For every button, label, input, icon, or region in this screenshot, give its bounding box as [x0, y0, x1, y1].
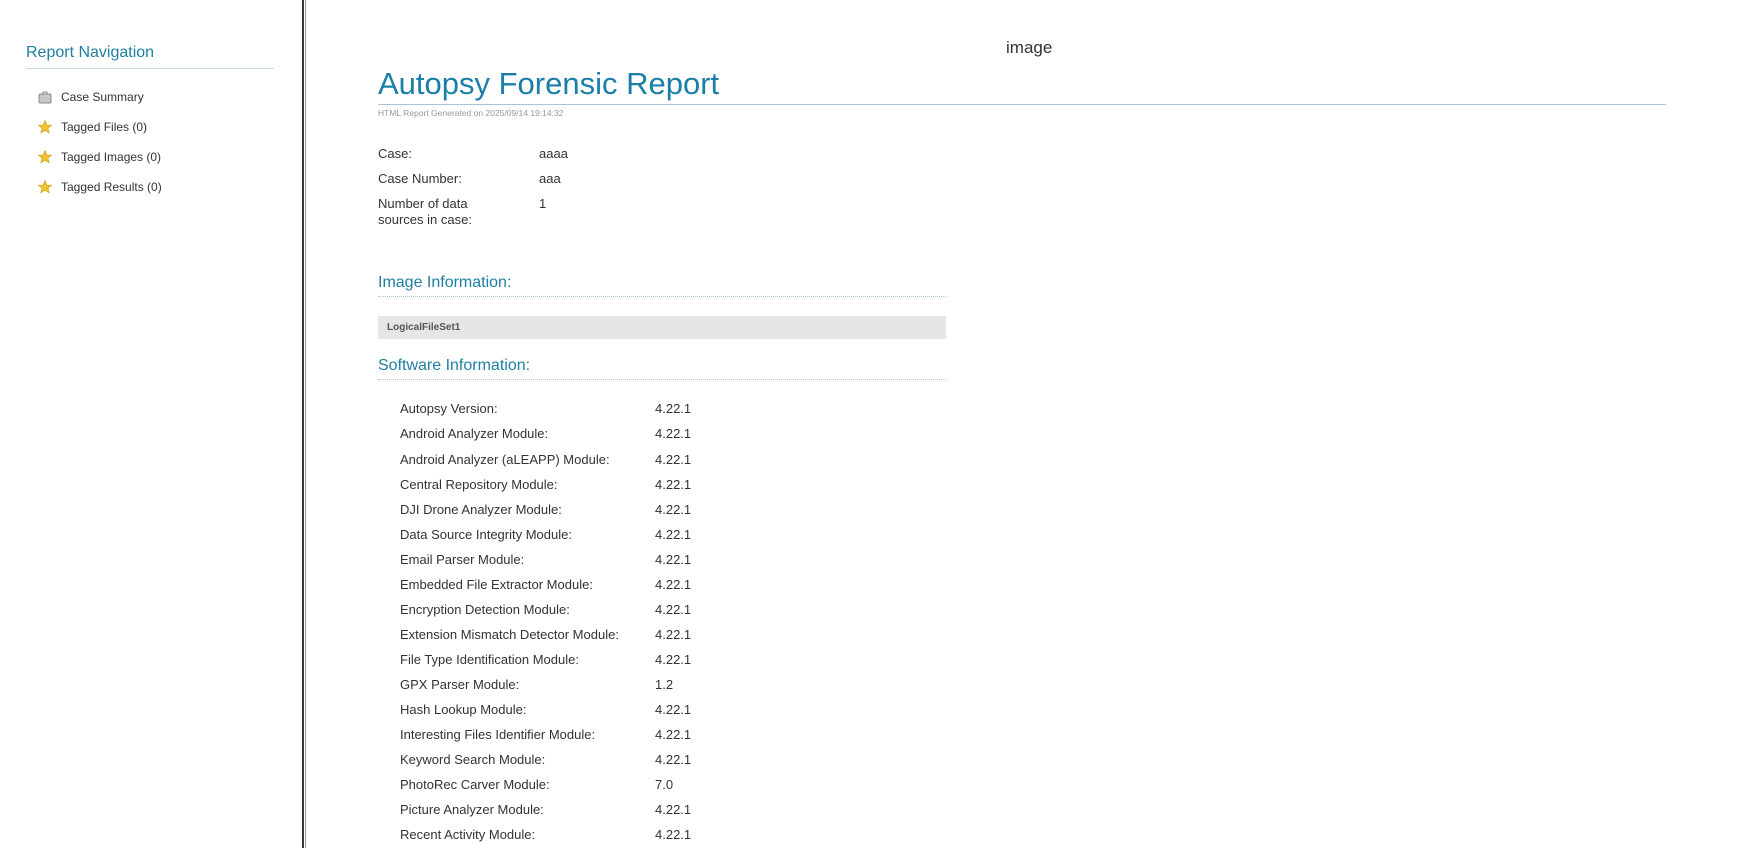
nav-item-label: Tagged Images (0) — [61, 150, 162, 164]
software-version: 4.22.1 — [655, 577, 692, 592]
software-name: File Type Identification Module: — [400, 652, 579, 667]
star-icon — [37, 149, 53, 165]
software-version: 4.22.1 — [655, 477, 692, 492]
nav-item-label: Case Summary — [61, 90, 144, 104]
software-version: 4.22.1 — [655, 527, 692, 542]
software-name: Autopsy Version: — [400, 401, 498, 416]
briefcase-icon — [37, 89, 53, 105]
software-version: 4.22.1 — [655, 802, 692, 817]
nav-item-label: Tagged Results (0) — [61, 180, 162, 194]
software-version: 1.2 — [655, 677, 674, 692]
software-information-heading: Software Information: — [378, 357, 946, 380]
image-name-bar: LogicalFileSet1 — [378, 316, 946, 339]
software-version: 4.22.1 — [655, 452, 692, 467]
case-label: Case: — [378, 146, 412, 161]
nav-item-case-summary[interactable]: Case Summary — [37, 88, 144, 106]
data-sources-label: Number of data sources in case: — [378, 196, 472, 227]
nav-item-tagged-images[interactable]: Tagged Images (0) — [37, 148, 161, 166]
software-name: Hash Lookup Module: — [400, 702, 527, 717]
software-version: 4.22.1 — [655, 827, 692, 842]
software-version: 4.22.1 — [655, 401, 692, 416]
software-version: 4.22.1 — [655, 752, 692, 767]
software-name: Picture Analyzer Module: — [400, 802, 544, 817]
software-name: Data Source Integrity Module: — [400, 527, 572, 542]
nav-item-tagged-results[interactable]: Tagged Results (0) — [37, 178, 162, 196]
software-version: 4.22.1 — [655, 627, 692, 642]
software-name: Encryption Detection Module: — [400, 602, 570, 617]
software-name: Keyword Search Module: — [400, 752, 546, 767]
nav-item-label: Tagged Files (0) — [61, 120, 148, 134]
software-name: Extension Mismatch Detector Module: — [400, 627, 619, 642]
report-navigation-panel: Report Navigation Case Summary Tagged Fi… — [0, 0, 302, 848]
case-value: aaaa — [539, 146, 568, 161]
image-alt-text: image — [1006, 38, 1053, 57]
nav-item-tagged-files[interactable]: Tagged Files (0) — [37, 118, 147, 136]
case-number-value: aaa — [539, 171, 561, 186]
data-sources-value: 1 — [539, 196, 547, 211]
title-divider — [378, 104, 1666, 105]
star-icon — [37, 119, 53, 135]
software-version: 4.22.1 — [655, 502, 692, 517]
frame-divider[interactable] — [302, 0, 306, 848]
image-information-heading: Image Information: — [378, 274, 946, 297]
software-version: 4.22.1 — [655, 602, 692, 617]
software-name: Android Analyzer Module: — [400, 426, 549, 441]
software-version: 4.22.1 — [655, 552, 692, 567]
star-icon — [37, 179, 53, 195]
software-version: 4.22.1 — [655, 652, 692, 667]
software-name: GPX Parser Module: — [400, 677, 520, 692]
generated-timestamp: HTML Report Generated on 2025/09/14 19:1… — [378, 108, 564, 118]
report-title: Autopsy Forensic Report — [378, 66, 720, 101]
software-name: Recent Activity Module: — [400, 827, 536, 842]
software-name: Interesting Files Identifier Module: — [400, 727, 596, 742]
software-name: DJI Drone Analyzer Module: — [400, 502, 562, 517]
software-version: 4.22.1 — [655, 702, 692, 717]
nav-title: Report Navigation — [26, 44, 274, 69]
software-name: Embedded File Extractor Module: — [400, 577, 593, 592]
software-name: Email Parser Module: — [400, 552, 525, 567]
software-name: Central Repository Module: — [400, 477, 558, 492]
software-version: 4.22.1 — [655, 727, 692, 742]
software-version: 7.0 — [655, 777, 674, 792]
case-number-label: Case Number: — [378, 171, 462, 186]
software-name: Android Analyzer (aLEAPP) Module: — [400, 452, 610, 467]
software-name: PhotoRec Carver Module: — [400, 777, 550, 792]
software-version: 4.22.1 — [655, 426, 692, 441]
